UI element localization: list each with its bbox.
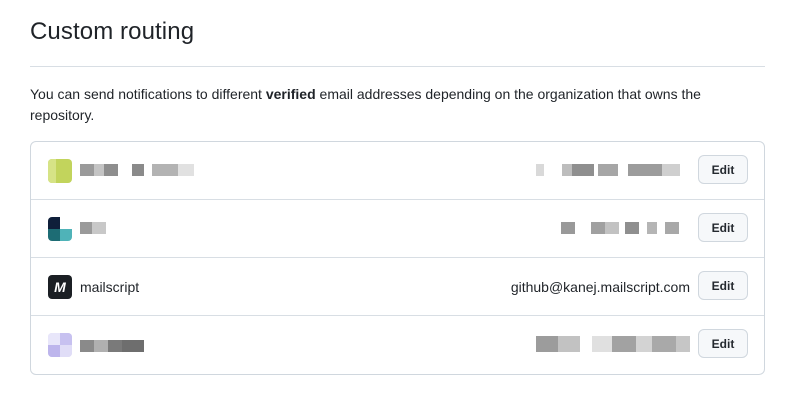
org-avatar (48, 217, 72, 241)
routing-row: Edit (31, 200, 764, 258)
redacted-org-name (80, 222, 110, 234)
edit-button[interactable]: Edit (698, 155, 748, 184)
redacted-email (561, 222, 691, 234)
edit-button[interactable]: Edit (698, 329, 748, 358)
redacted-email (536, 336, 691, 352)
redacted-email (536, 164, 686, 176)
redacted-org-name (80, 340, 150, 352)
edit-button[interactable]: Edit (698, 213, 748, 242)
org-name: mailscript (80, 279, 140, 295)
routing-row: M mailscript github@kanej.mailscript.com… (31, 258, 764, 316)
description-prefix: You can send notifications to different (30, 86, 266, 102)
routing-list: Edit Edit M mailscript github@kanej.mail… (30, 141, 765, 375)
page-title: Custom routing (30, 18, 195, 45)
org-avatar (48, 333, 72, 357)
routing-row: Edit (31, 142, 764, 200)
description-bold: verified (265, 86, 316, 102)
page-description: You can send notifications to different … (30, 84, 765, 126)
routing-row: Edit (31, 316, 764, 374)
org-avatar (48, 159, 72, 183)
title-divider (30, 66, 765, 67)
edit-button[interactable]: Edit (698, 271, 748, 300)
mailscript-logo-icon: M (48, 275, 72, 299)
routing-email: github@kanej.mailscript.com (510, 279, 690, 295)
redacted-org-name (80, 164, 195, 176)
